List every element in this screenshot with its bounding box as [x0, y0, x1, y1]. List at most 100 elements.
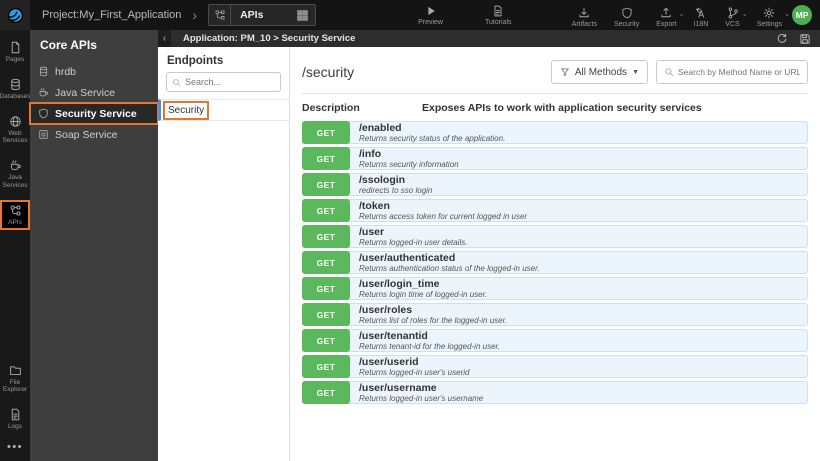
- i18n-icon: [695, 7, 707, 19]
- sidebar-item-logs[interactable]: Logs: [0, 404, 30, 434]
- method-badge: GET: [302, 147, 350, 170]
- endpoint-description: Returns logged-in user's username: [359, 393, 484, 403]
- sidebar-item-label: Pages: [5, 56, 25, 63]
- endpoints-search-input[interactable]: [185, 77, 275, 87]
- core-api-item-security-service[interactable]: Security Service: [29, 102, 159, 125]
- core-api-item-soap-service[interactable]: Soap Service: [30, 124, 158, 145]
- endpoint-description: Returns tenant-id for the logged-in user…: [359, 341, 501, 351]
- method-badge: GET: [302, 121, 350, 144]
- endpoint-description: Returns login time of logged-in user.: [359, 289, 488, 299]
- doc-icon: [492, 5, 504, 17]
- more-options-icon[interactable]: •••: [7, 441, 23, 453]
- topbar-tool-settings[interactable]: ⌄ Settings: [756, 7, 790, 28]
- sidebar-item-label: Java Services: [2, 174, 28, 189]
- endpoint-row[interactable]: GET/user Returns logged-in user details.: [302, 225, 808, 248]
- method-badge: GET: [302, 303, 350, 326]
- method-badge: GET: [302, 173, 350, 196]
- sidebar-item-label: Logs: [7, 423, 23, 431]
- topbar-tool-preview[interactable]: Preview: [418, 5, 443, 26]
- endpoints-search-box[interactable]: [166, 72, 281, 92]
- workspace-selector[interactable]: APIs: [208, 4, 317, 26]
- tool-label: I18N: [693, 20, 709, 28]
- service-description-text: Exposes APIs to work with application se…: [422, 102, 702, 114]
- download-icon: [578, 7, 590, 19]
- endpoint-row[interactable]: GET/user/roles Returns list of roles for …: [302, 303, 808, 326]
- endpoint-row[interactable]: GET/user/userid Returns logged-in user's …: [302, 355, 808, 378]
- nav-top-items: Pages Databases Web Services Java Services A…: [0, 37, 31, 237]
- search-icon: [664, 67, 674, 77]
- coffee-icon: [38, 87, 49, 98]
- endpoint-row[interactable]: GET/user/login_time Returns login time of…: [302, 277, 808, 300]
- left-nav-rail: Pages Databases Web Services Java Services A…: [0, 30, 31, 461]
- endpoint-path: /user/roles: [359, 303, 413, 316]
- topbar-right-tools: Artifacts Security ⌄ Export I18N ⌄ VCS ⌄ Setting…: [572, 3, 790, 28]
- method-badge: GET: [302, 355, 350, 378]
- methods-filter-label: All Methods: [574, 66, 628, 78]
- endpoint-description: Returns authentication status of the log…: [359, 263, 540, 273]
- save-icon[interactable]: [799, 33, 811, 45]
- tool-label: Settings: [756, 20, 782, 28]
- core-api-item-label: Java Service: [55, 86, 116, 99]
- tool-label: Preview: [418, 18, 443, 26]
- core-api-item-hrdb[interactable]: hrdb: [30, 61, 158, 82]
- endpoint-description: Returns security information: [359, 159, 459, 169]
- sidebar-item-databases[interactable]: Databases: [0, 74, 31, 104]
- doc-icon: [9, 408, 22, 421]
- topbar-tool-security[interactable]: Security: [614, 7, 639, 28]
- endpoint-description: Returns access token for current logged …: [359, 211, 528, 221]
- topbar-tool-export[interactable]: ⌄ Export: [656, 7, 685, 28]
- topbar-tool-artifacts[interactable]: Artifacts: [572, 7, 597, 28]
- app-logo[interactable]: [0, 0, 30, 30]
- endpoint-path: /user/authenticated: [359, 251, 456, 264]
- method-badge: GET: [302, 251, 350, 274]
- endpoint-row[interactable]: GET/user/authenticated Returns authentica…: [302, 251, 808, 274]
- coffee-icon: [9, 159, 22, 172]
- refresh-icon[interactable]: [776, 33, 788, 45]
- sidebar-item-label: APIs: [8, 218, 22, 226]
- sidebar-item-web-services[interactable]: Web Services: [0, 111, 30, 149]
- topbar-tool-i18n[interactable]: I18N: [693, 7, 709, 28]
- endpoint-item-label: Security: [162, 100, 210, 120]
- topbar-tool-tutorials[interactable]: Tutorials: [485, 5, 512, 26]
- core-api-item-label: Security Service: [55, 107, 137, 120]
- endpoint-row[interactable]: GET/token Returns access token for curren…: [302, 199, 808, 222]
- breadcrumb-bar: ‹ Application: PM_10 > Security Service: [158, 30, 820, 47]
- chevron-down-icon: ⌄: [741, 10, 748, 18]
- grid-icon[interactable]: [296, 9, 309, 22]
- breadcrumb: Application: PM_10 > Security Service: [183, 33, 356, 44]
- method-badge: GET: [302, 225, 350, 248]
- method-search-input[interactable]: [678, 67, 800, 77]
- endpoint-item-security[interactable]: Security: [158, 99, 289, 121]
- topbar-tool-vcs[interactable]: ⌄ VCS: [725, 7, 748, 28]
- core-api-item-label: hrdb: [55, 65, 77, 78]
- methods-filter-dropdown[interactable]: All Methods ▼: [550, 60, 648, 84]
- user-avatar[interactable]: MP: [792, 5, 812, 25]
- endpoint-row[interactable]: GET/info Returns security information: [302, 147, 808, 170]
- method-badge: GET: [302, 329, 350, 352]
- endpoint-row[interactable]: GET/user/tenantid Returns tenant-id for t…: [302, 329, 808, 352]
- nav-bottom-items: File Explorer Logs: [0, 360, 30, 441]
- sidebar-item-java-services[interactable]: Java Services: [0, 155, 30, 193]
- endpoint-path: /info: [359, 147, 382, 160]
- tool-label: Artifacts: [571, 20, 597, 28]
- sidebar-item-pages[interactable]: Pages: [0, 37, 30, 67]
- endpoint-row[interactable]: GET/user/username Returns logged-in user'…: [302, 381, 808, 404]
- endpoint-row[interactable]: GET/ssologin redirects to sso login: [302, 173, 808, 196]
- sidebar-item-file-explorer[interactable]: File Explorer: [0, 360, 30, 398]
- method-search-box[interactable]: [656, 60, 808, 84]
- endpoint-row[interactable]: GET/enabled Returns security status of th…: [302, 121, 808, 144]
- core-apis-title: Core APIs: [40, 38, 97, 52]
- tool-label: Tutorials: [484, 18, 512, 26]
- api-detail-panel: /security All Methods ▼ Search by Method…: [290, 47, 820, 461]
- api-icon: [9, 204, 22, 217]
- endpoint-path: /user/username: [359, 381, 437, 394]
- endpoint-path: /user/userid: [359, 355, 419, 368]
- sidebar-item-apis[interactable]: APIs: [0, 199, 30, 230]
- globe-icon: [9, 115, 22, 128]
- filter-icon: [560, 67, 570, 77]
- sidebar-item-label: Databases: [0, 92, 31, 100]
- api-icon: [214, 9, 226, 21]
- collapse-panel-button[interactable]: ‹: [158, 30, 171, 47]
- core-api-item-java-service[interactable]: Java Service: [30, 82, 158, 103]
- page-icon: [9, 41, 22, 54]
